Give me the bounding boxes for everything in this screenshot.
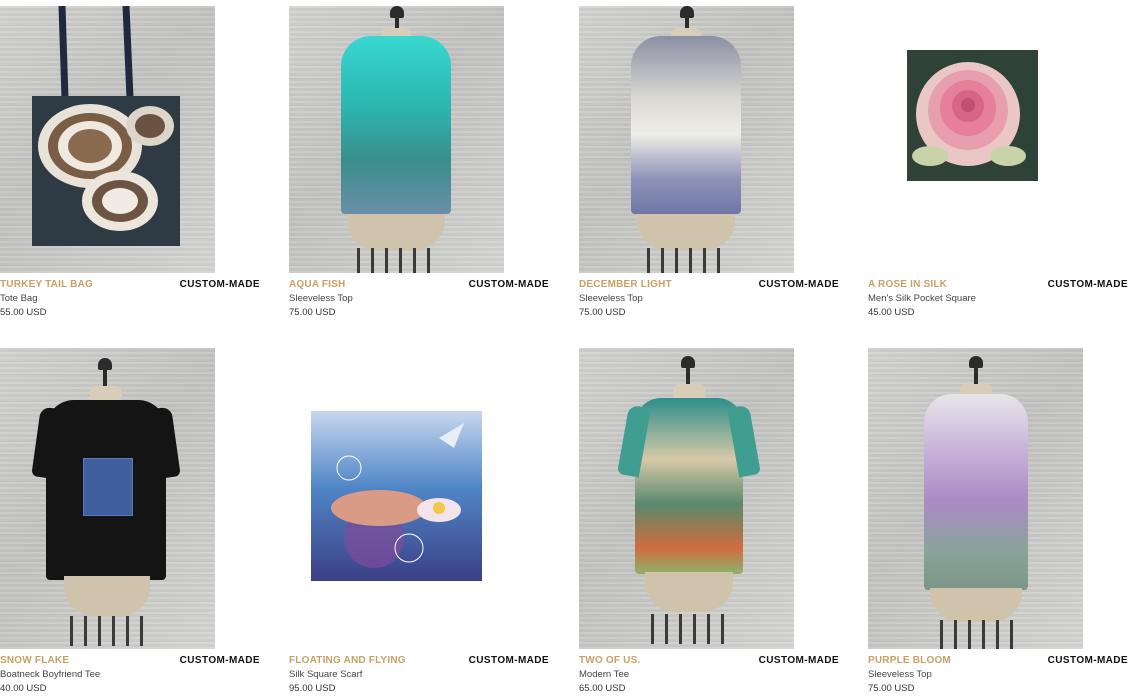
product-title[interactable]: A ROSE IN SILK xyxy=(868,279,947,290)
product-title[interactable]: DECEMBER LIGHT xyxy=(579,279,672,290)
product-image[interactable] xyxy=(579,348,794,649)
custom-made-badge: CUSTOM-MADE xyxy=(758,655,839,666)
product-type: Boatneck Boyfriend Tee xyxy=(0,669,101,680)
product-type: Sleeveless Top xyxy=(868,669,932,680)
product-price: 40.00 USD xyxy=(0,683,47,694)
custom-made-badge: CUSTOM-MADE xyxy=(468,655,549,666)
product-grid: TURKEY TAIL BAG CUSTOM-MADE Tote Bag 55.… xyxy=(0,0,1141,699)
product-price: 65.00 USD xyxy=(579,683,626,694)
product-image[interactable] xyxy=(868,348,1083,649)
custom-made-badge: CUSTOM-MADE xyxy=(179,279,260,290)
product-price: 75.00 USD xyxy=(289,307,336,318)
garment-print xyxy=(341,36,451,214)
garment-print xyxy=(635,398,743,574)
product-image[interactable] xyxy=(579,6,794,273)
garment-print xyxy=(924,394,1028,590)
garment-print xyxy=(631,36,741,214)
custom-made-badge: CUSTOM-MADE xyxy=(758,279,839,290)
custom-made-badge: CUSTOM-MADE xyxy=(468,279,549,290)
product-price: 75.00 USD xyxy=(868,683,915,694)
product-price: 95.00 USD xyxy=(289,683,336,694)
product-price: 75.00 USD xyxy=(579,307,626,318)
product-title[interactable]: PURPLE BLOOM xyxy=(868,655,951,666)
product-image[interactable] xyxy=(868,6,1083,273)
product-type: Men's Silk Pocket Square xyxy=(868,293,976,304)
product-type: Tote Bag xyxy=(0,293,38,304)
product-type: Modern Tee xyxy=(579,669,629,680)
product-price: 55.00 USD xyxy=(0,307,47,318)
product-title[interactable]: SNOW FLAKE xyxy=(0,655,69,666)
product-title[interactable]: AQUA FISH xyxy=(289,279,345,290)
product-price: 45.00 USD xyxy=(868,307,915,318)
product-title[interactable]: TURKEY TAIL BAG xyxy=(0,279,93,290)
snowflake-graphic xyxy=(83,458,133,516)
product-image[interactable] xyxy=(289,348,504,649)
product-type: Sleeveless Top xyxy=(579,293,643,304)
custom-made-badge: CUSTOM-MADE xyxy=(1047,279,1128,290)
product-title[interactable]: FLOATING AND FLYING xyxy=(289,655,406,666)
custom-made-badge: CUSTOM-MADE xyxy=(1047,655,1128,666)
product-image[interactable] xyxy=(289,6,504,273)
product-type: Silk Square Scarf xyxy=(289,669,363,680)
product-title[interactable]: TWO OF US. xyxy=(579,655,640,666)
product-type: Sleeveless Top xyxy=(289,293,353,304)
tote-bag-illustration xyxy=(32,6,180,246)
product-image[interactable] xyxy=(0,6,215,273)
rose-pocket-square xyxy=(907,50,1038,181)
custom-made-badge: CUSTOM-MADE xyxy=(179,655,260,666)
silk-scarf-artwork xyxy=(311,411,482,581)
product-image[interactable] xyxy=(0,348,215,649)
